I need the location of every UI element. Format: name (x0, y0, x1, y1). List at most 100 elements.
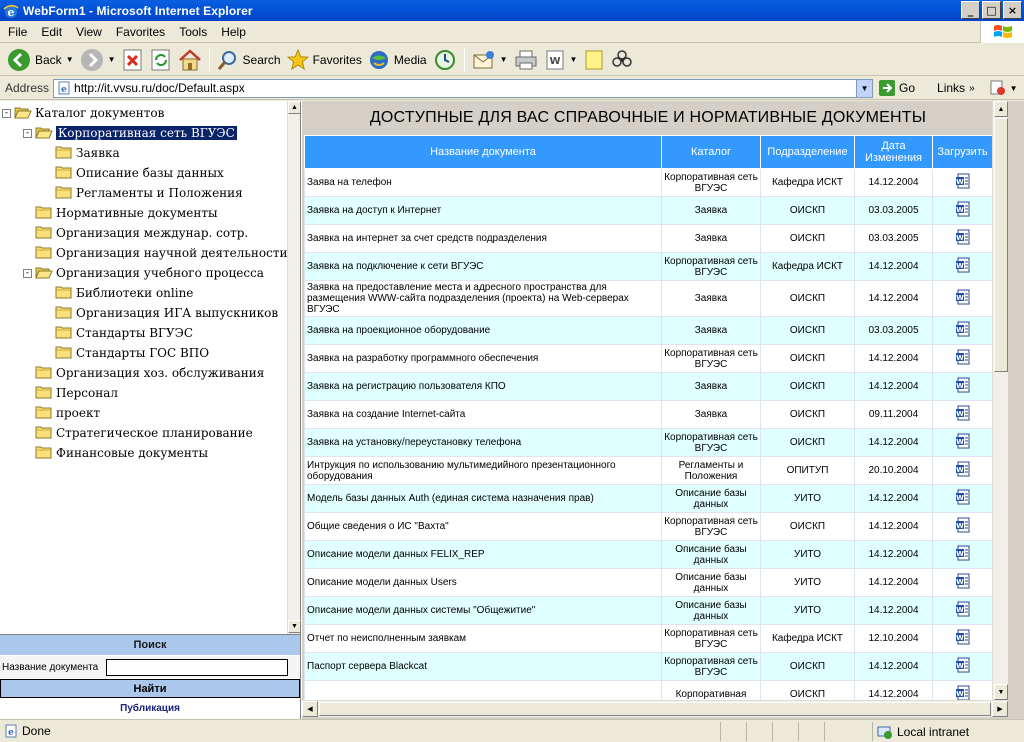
document-name-cell[interactable]: Заявка на предоставление места и адресно… (304, 280, 662, 317)
home-button[interactable] (175, 46, 205, 74)
column-header-date[interactable]: Дата Изменения (854, 135, 933, 169)
document-name-cell[interactable]: Заявка на регистрацию пользователя КПО (304, 372, 662, 401)
document-name-cell[interactable]: Отчет по неисполненным заявкам (304, 624, 662, 653)
document-name-cell[interactable]: Заявка на установку/переустановку телефо… (304, 428, 662, 457)
tree-node[interactable]: проект (35, 403, 100, 423)
document-name-cell[interactable]: Описание модели данных системы "Общежити… (304, 596, 662, 625)
security-zone[interactable]: Local intranet (872, 722, 1024, 741)
word-document-icon[interactable]: W (955, 433, 971, 452)
document-name-cell[interactable]: Паспорт сервера Blackcat (304, 652, 662, 681)
history-button[interactable] (430, 46, 460, 74)
tree-node[interactable]: Описание базы данных (55, 163, 224, 183)
word-document-icon[interactable]: W (955, 173, 971, 192)
right-scroll-thumb[interactable] (994, 118, 1008, 372)
word-document-icon[interactable]: W (955, 257, 971, 276)
tree-node[interactable]: Организация научной деятельности (35, 243, 287, 263)
refresh-button[interactable] (147, 46, 175, 74)
go-button[interactable]: Go (879, 80, 915, 96)
tree-expander-icon[interactable]: - (2, 108, 11, 118)
word-document-icon[interactable]: W (955, 201, 971, 220)
menu-favorites[interactable]: Favorites (109, 25, 172, 39)
links-toolbar[interactable]: Links » (937, 81, 975, 95)
column-header-catalog[interactable]: Каталог (661, 135, 761, 169)
tree-node[interactable]: Библиотеки online (55, 283, 193, 303)
toolbar-extension-button[interactable]: ▼ (989, 79, 1018, 97)
extension-dropdown-icon[interactable]: ▼ (1010, 84, 1018, 93)
mail-button[interactable]: ▼ (469, 46, 511, 74)
document-name-cell[interactable]: Заявка на создание Internet-сайта (304, 400, 662, 429)
tree-expander-icon[interactable]: - (23, 268, 32, 278)
favorites-button[interactable]: Favorites (284, 46, 365, 74)
word-document-icon[interactable]: W (955, 573, 971, 592)
tree-node[interactable]: Организация хоз. обслуживания (35, 363, 264, 383)
document-name-cell[interactable]: Описание модели данных Users (304, 568, 662, 597)
left-scrollbar[interactable]: ▲ ▼ (287, 101, 301, 634)
links-chevron-icon[interactable]: » (969, 83, 975, 94)
tree-node[interactable]: Нормативные документы (35, 203, 218, 223)
horizontal-scroll-thumb[interactable] (319, 702, 991, 716)
right-scroll-up-button[interactable]: ▲ (994, 101, 1008, 117)
tree-node[interactable]: - Корпоративная сеть ВГУЭС (23, 123, 237, 143)
document-name-cell[interactable]: Заявка на разработку программного обеспе… (304, 344, 662, 373)
right-scroll-down-button[interactable]: ▼ (994, 684, 1008, 700)
right-vertical-scrollbar[interactable]: ▲ ▼ (992, 101, 1008, 700)
word-document-icon[interactable]: W (955, 349, 971, 368)
address-input[interactable]: e http://it.vvsu.ru/doc/Default.aspx ▼ (53, 78, 874, 98)
tree-node[interactable]: Финансовые документы (35, 443, 208, 463)
tree-node[interactable]: - Каталог документов (2, 103, 164, 123)
menu-view[interactable]: View (69, 25, 109, 39)
menu-help[interactable]: Help (214, 25, 253, 39)
maximize-button[interactable]: □ (982, 1, 1001, 19)
document-name-cell[interactable]: Заявка на интернет за счет средств подра… (304, 224, 662, 253)
tree-node[interactable]: Регламенты и Положения (55, 183, 243, 203)
tree-expander-icon[interactable]: - (23, 128, 32, 138)
right-horizontal-scrollbar[interactable]: ◀ ▶ (302, 700, 1008, 717)
word-document-icon[interactable]: W (955, 629, 971, 648)
word-document-icon[interactable]: W (955, 489, 971, 508)
publication-link[interactable]: Публикация (0, 700, 300, 717)
tree-node[interactable]: Персонал (35, 383, 118, 403)
word-document-icon[interactable]: W (955, 685, 971, 700)
menu-file[interactable]: File (0, 25, 34, 39)
document-name-cell[interactable]: Интрукция по использованию мультимедийно… (304, 456, 662, 485)
document-name-cell[interactable] (304, 680, 662, 700)
stop-button[interactable] (119, 46, 147, 74)
left-scroll-up-button[interactable]: ▲ (288, 101, 301, 114)
column-header-name[interactable]: Название документа (304, 135, 662, 169)
back-dropdown-icon[interactable]: ▼ (66, 55, 74, 64)
tree-node[interactable]: Стратегическое планирование (35, 423, 253, 443)
tree-node[interactable]: Организация ИГА выпускников (55, 303, 278, 323)
document-name-cell[interactable]: Заявка на проекционное оборудование (304, 316, 662, 345)
document-name-cell[interactable]: Заявка на подключение к сети ВГУЭС (304, 252, 662, 281)
tree-node[interactable]: Заявка (55, 143, 120, 163)
address-dropdown-icon[interactable]: ▼ (856, 79, 873, 97)
document-name-cell[interactable]: Описание модели данных FELIX_REP (304, 540, 662, 569)
tree-node[interactable]: - Организация учебного процесса (23, 263, 264, 283)
close-button[interactable]: × (1003, 1, 1022, 19)
word-document-icon[interactable]: W (955, 289, 971, 308)
messenger-button[interactable] (608, 46, 636, 74)
document-name-cell[interactable]: Заява на телефон (304, 168, 662, 197)
word-document-icon[interactable]: W (955, 657, 971, 676)
print-button[interactable] (511, 46, 541, 74)
word-document-icon[interactable]: W (955, 601, 971, 620)
forward-dropdown-icon[interactable]: ▼ (108, 55, 116, 64)
scroll-right-button[interactable]: ▶ (992, 701, 1008, 717)
document-name-cell[interactable]: Общие сведения о ИС "Вахта" (304, 512, 662, 541)
word-document-icon[interactable]: W (955, 545, 971, 564)
document-name-cell[interactable]: Модель базы данных Auth (единая система … (304, 484, 662, 513)
search-button[interactable]: Search (214, 46, 284, 74)
mail-dropdown-icon[interactable]: ▼ (500, 55, 508, 64)
edit-button[interactable]: W ▼ (541, 46, 581, 74)
forward-button[interactable]: ▼ (77, 46, 119, 74)
word-document-icon[interactable]: W (955, 517, 971, 536)
document-name-input[interactable] (106, 658, 288, 676)
word-document-icon[interactable]: W (955, 405, 971, 424)
tree-node[interactable]: Стандарты ВГУЭС (55, 323, 193, 343)
minimize-button[interactable]: _ (961, 1, 980, 19)
document-name-cell[interactable]: Заявка на доступ к Интернет (304, 196, 662, 225)
word-document-icon[interactable]: W (955, 321, 971, 340)
word-document-icon[interactable]: W (955, 377, 971, 396)
media-button[interactable]: Media (365, 46, 430, 74)
find-button[interactable]: Найти (0, 679, 300, 698)
